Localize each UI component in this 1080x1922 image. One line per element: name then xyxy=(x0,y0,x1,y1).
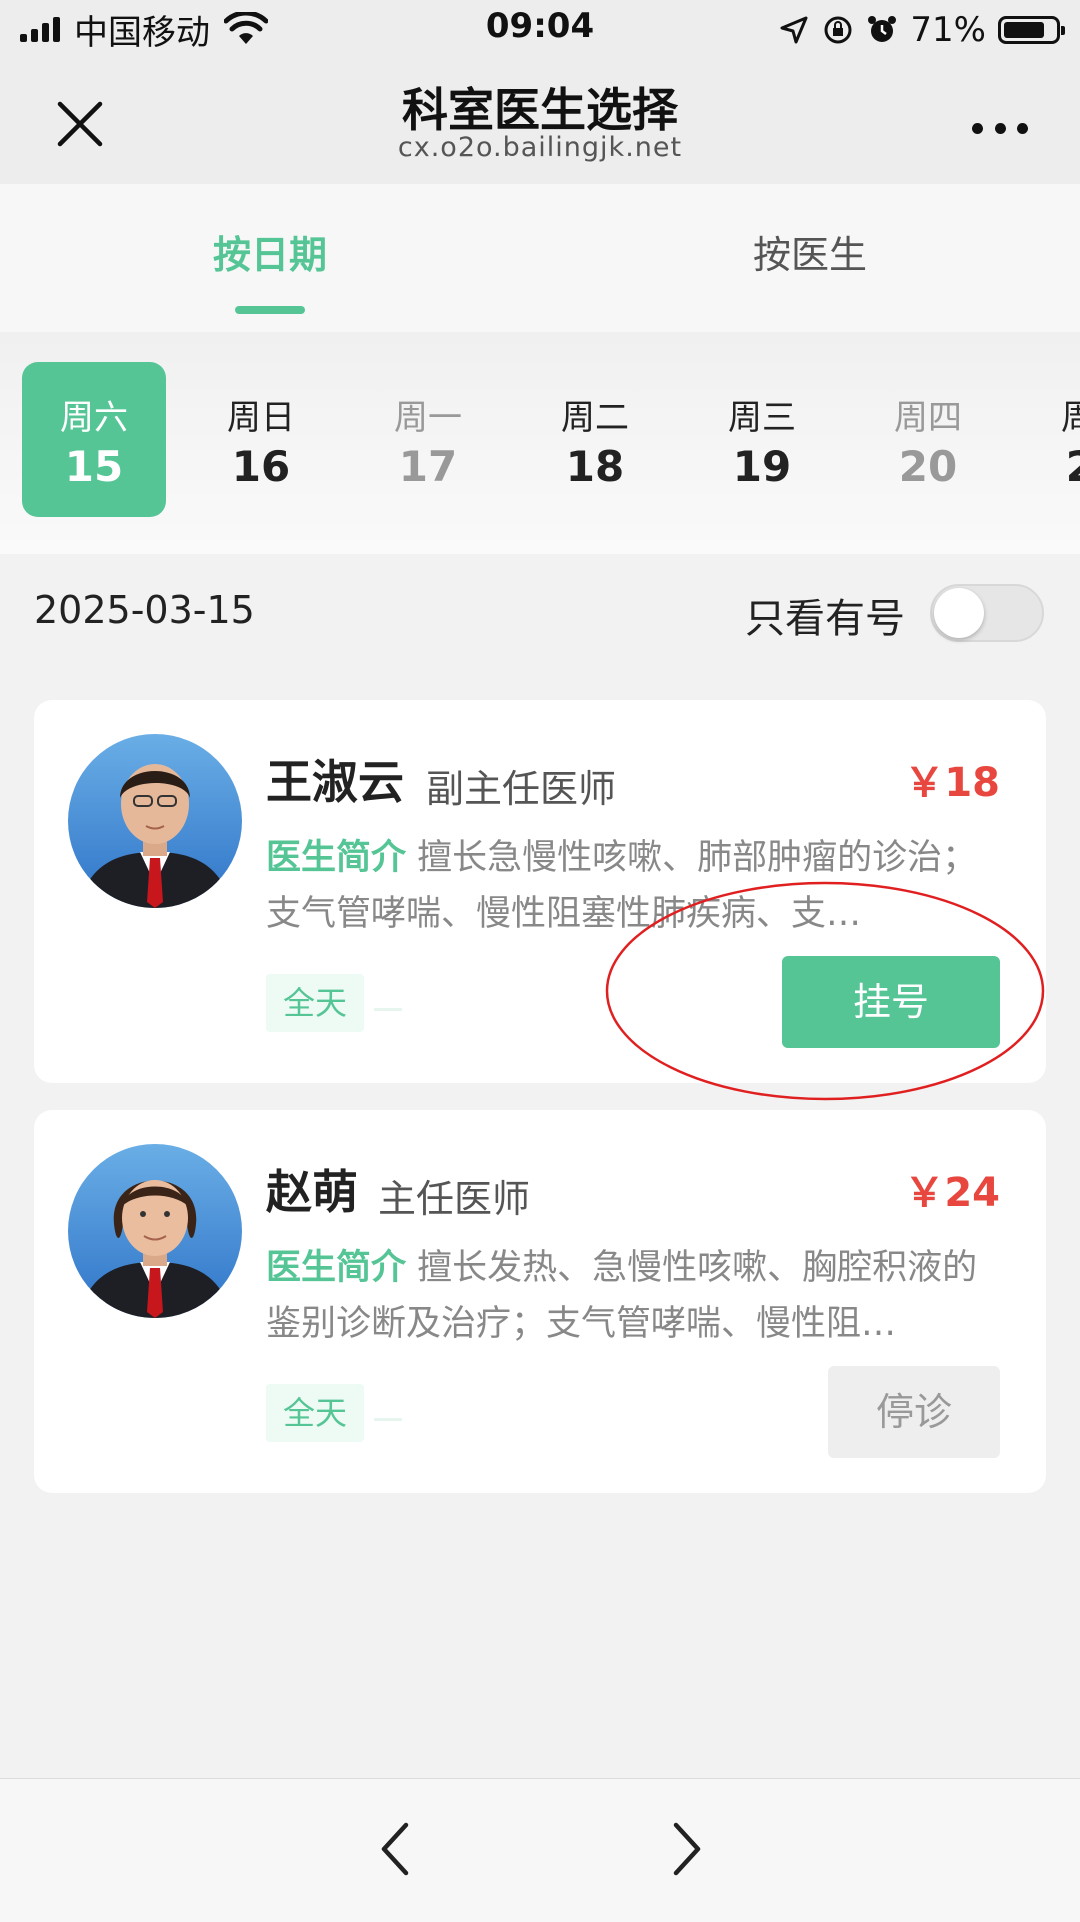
slot-divider xyxy=(374,1418,402,1421)
date-item[interactable]: 周二 18 xyxy=(523,362,667,517)
doctor-avatar xyxy=(68,1144,242,1318)
date-item[interactable]: 周日 16 xyxy=(189,362,333,517)
location-icon xyxy=(780,16,808,44)
rotation-lock-icon xyxy=(824,16,852,44)
only-available-toggle[interactable] xyxy=(930,584,1044,642)
date-item[interactable]: 周四 20 xyxy=(856,362,1000,517)
intro-label: 医生简介 xyxy=(266,1248,407,1288)
intro-label: 医生简介 xyxy=(266,838,407,878)
date-weekday: 周四 xyxy=(894,398,962,438)
doctor-name: 王淑云 xyxy=(266,755,404,809)
battery-icon xyxy=(998,16,1065,44)
suspended-button: 停诊 xyxy=(828,1366,1000,1458)
tab-active-indicator xyxy=(235,306,305,314)
date-day: 18 xyxy=(565,442,625,491)
date-strip: 周六 15 周日 16 周一 17 周二 18 周三 19 周四 20 周五 2… xyxy=(0,332,1080,554)
date-weekday: 周五 xyxy=(1061,398,1080,438)
status-right: 71% xyxy=(778,8,1065,52)
doctor-name: 赵萌 xyxy=(266,1165,358,1219)
only-available-label: 只看有号 xyxy=(745,596,905,642)
slot-divider xyxy=(374,1008,402,1011)
tab-bar: 按日期 按医生 xyxy=(0,184,1080,332)
toggle-knob xyxy=(934,588,984,638)
date-weekday: 周日 xyxy=(227,398,295,438)
slot-tag[interactable]: 全天 xyxy=(266,974,364,1032)
tab-by-date[interactable]: 按日期 xyxy=(120,224,420,279)
status-bar: 中国移动 09:04 71% xyxy=(0,0,1080,58)
book-button[interactable]: 挂号 xyxy=(782,956,1000,1048)
chevron-left-icon[interactable] xyxy=(366,1819,426,1879)
doctor-intro: 医生简介 擅长发热、急慢性咳嗽、胸腔积液的鉴别诊断及治疗；支气管哮喘、慢性阻… xyxy=(266,1240,1006,1352)
date-weekday: 周二 xyxy=(561,398,629,438)
doctor-title: 主任医师 xyxy=(378,1177,531,1221)
date-weekday: 周六 xyxy=(60,398,128,438)
nav-bar: 科室医生选择 cx.o2o.bailingjk.net xyxy=(0,58,1080,184)
slot-tag[interactable]: 全天 xyxy=(266,1384,364,1442)
date-weekday: 周一 xyxy=(394,398,462,438)
date-item[interactable]: 周一 17 xyxy=(356,362,500,517)
doctor-card[interactable]: 赵萌 主任医师 ￥24 医生简介 擅长发热、急慢性咳嗽、胸腔积液的鉴别诊断及治疗… xyxy=(34,1110,1046,1493)
doctor-price: ￥18 xyxy=(904,760,1000,806)
bottom-toolbar xyxy=(0,1778,1080,1922)
selected-date: 2025-03-15 xyxy=(34,588,255,632)
doctor-avatar xyxy=(68,734,242,908)
date-item[interactable]: 周三 19 xyxy=(690,362,834,517)
more-icon[interactable] xyxy=(972,116,1028,140)
date-day: 15 xyxy=(64,442,124,491)
date-weekday: 周三 xyxy=(728,398,796,438)
alarm-icon xyxy=(868,16,897,42)
battery-percent: 71% xyxy=(910,10,986,50)
date-day: 21 xyxy=(1023,442,1080,491)
date-item[interactable]: 周六 15 xyxy=(22,362,166,517)
doctor-intro: 医生简介 擅长急慢性咳嗽、肺部肿瘤的诊治；支气管哮喘、慢性阻塞性肺疾病、支… xyxy=(266,830,1006,942)
date-day: 16 xyxy=(231,442,291,491)
date-day: 17 xyxy=(398,442,458,491)
date-item[interactable]: 周五 21 xyxy=(1023,362,1080,517)
doctor-card[interactable]: 王淑云 副主任医师 ￥18 医生简介 擅长急慢性咳嗽、肺部肿瘤的诊治；支气管哮喘… xyxy=(34,700,1046,1083)
page-title: 科室医生选择 xyxy=(402,83,678,137)
doctor-price: ￥24 xyxy=(904,1170,1000,1216)
date-day: 19 xyxy=(732,442,792,491)
tab-by-doctor[interactable]: 按医生 xyxy=(660,224,960,279)
chevron-right-icon[interactable] xyxy=(656,1819,716,1879)
page-domain: cx.o2o.bailingjk.net xyxy=(397,132,683,163)
date-day: 20 xyxy=(898,442,958,491)
doctor-title: 副主任医师 xyxy=(426,767,617,811)
